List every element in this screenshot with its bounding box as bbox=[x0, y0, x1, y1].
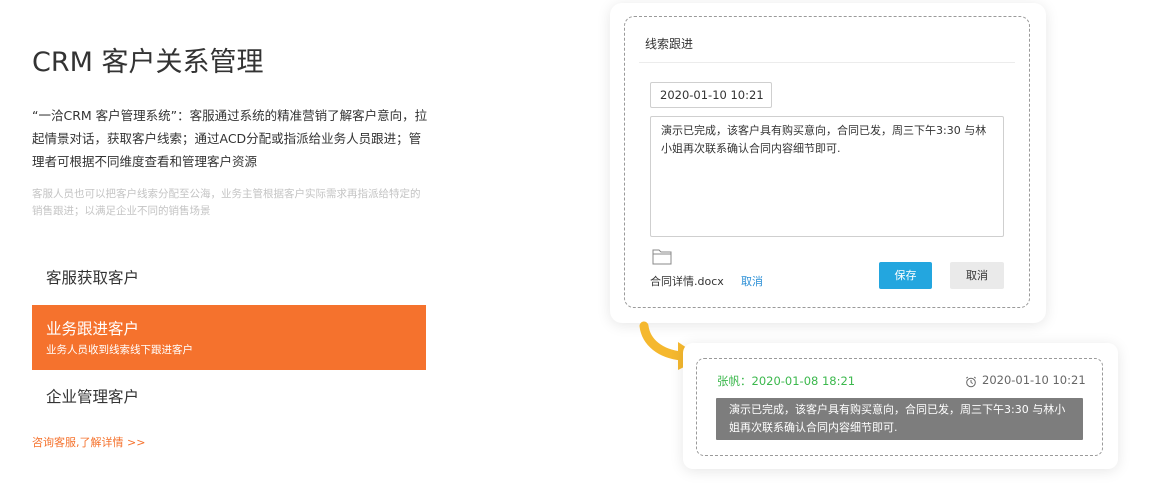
card-title: 线索跟进 bbox=[645, 37, 694, 51]
page-title: CRM 客户关系管理 bbox=[32, 47, 264, 78]
reminder-date: 2020-01-10 10:21 bbox=[982, 373, 1086, 387]
save-button[interactable]: 保存 bbox=[879, 262, 932, 289]
feature-item-service[interactable]: 客服获取客户 bbox=[32, 266, 426, 296]
feature-label: 业务跟进客户 bbox=[46, 320, 140, 338]
alarm-clock-icon bbox=[965, 373, 977, 388]
feature-subtitle: 业务人员收到线索线下跟进客户 bbox=[46, 344, 193, 356]
feature-item-management[interactable]: 企业管理客户 bbox=[32, 385, 426, 415]
record-message: 演示已完成，该客户具有购买意向，合同已发，周三下午3:30 与林小姐再次联系确认… bbox=[716, 398, 1083, 440]
feature-label: 企业管理客户 bbox=[46, 388, 140, 406]
folder-icon[interactable] bbox=[652, 248, 672, 265]
attachment-cancel-link[interactable]: 取消 bbox=[741, 273, 763, 289]
date-time-input[interactable]: 2020-01-10 10:21 bbox=[650, 82, 772, 108]
product-note: 客服人员也可以把客户线索分配至公海，业务主管根据客户实际需求再指派给特定的销售跟… bbox=[32, 188, 421, 217]
follow-up-record-card: 张帆：2020-01-08 18:21 2020-01-10 10:21 演示已… bbox=[683, 343, 1118, 469]
consult-link[interactable]: 咨询客服,了解详情 >> bbox=[32, 434, 145, 450]
cancel-button[interactable]: 取消 bbox=[950, 262, 1004, 289]
attachment-name: 合同详情.docx bbox=[650, 275, 724, 288]
feature-item-sales-active[interactable]: 业务跟进客户 业务人员收到线索线下跟进客户 bbox=[32, 305, 426, 370]
follow-up-card: 线索跟进 2020-01-10 10:21 演示已完成，该客户具有购买意向，合同… bbox=[610, 3, 1046, 323]
note-textarea[interactable]: 演示已完成，该客户具有购买意向，合同已发，周三下午3:30 与林小姐再次联系确认… bbox=[650, 116, 1004, 237]
record-card-frame: 张帆：2020-01-08 18:21 2020-01-10 10:21 演示已… bbox=[696, 358, 1103, 456]
product-description: “一洽CRM 客户管理系统”：客服通过系统的精准营销了解客户意向，拉起情景对话，… bbox=[32, 108, 428, 169]
feature-label: 客服获取客户 bbox=[46, 269, 140, 287]
follow-up-card-frame: 线索跟进 2020-01-10 10:21 演示已完成，该客户具有购买意向，合同… bbox=[624, 16, 1030, 308]
card-divider bbox=[639, 62, 1015, 63]
record-author-time: 张帆：2020-01-08 18:21 bbox=[717, 374, 856, 388]
